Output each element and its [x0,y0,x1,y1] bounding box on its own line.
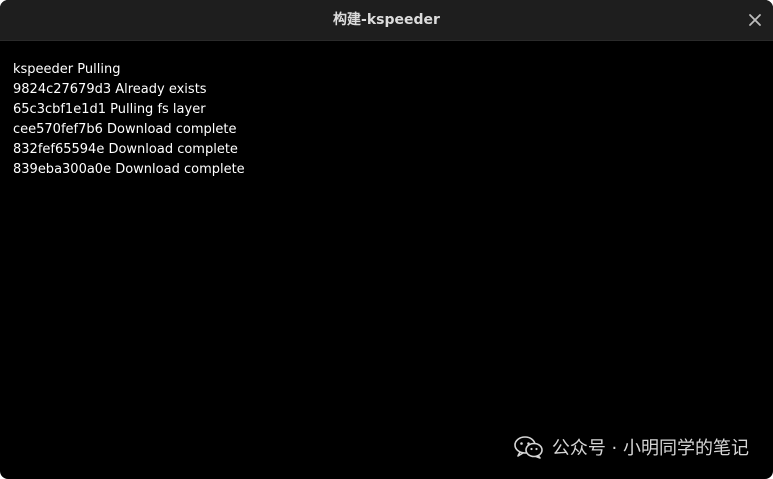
title-bar: 构建-kspeeder [0,0,773,41]
log-line: kspeeder Pulling [13,62,121,77]
watermark-text: 公众号 · 小明同学的笔记 [551,438,749,459]
watermark: 公众号 · 小明同学的笔记 [514,435,749,459]
log-output: kspeeder Pulling 9824c27679d3 Already ex… [13,60,753,180]
log-line: 832fef65594e Download complete [13,142,238,157]
window-title: 构建-kspeeder [333,12,440,28]
log-line: 9824c27679d3 Already exists [13,82,207,97]
build-log-dialog: 构建-kspeeder kspeeder Pulling 9824c27679d… [0,0,773,479]
close-button[interactable] [745,10,765,30]
log-line: cee570fef7b6 Download complete [13,122,237,137]
close-icon [749,14,761,26]
log-line: 839eba300a0e Download complete [13,162,245,177]
log-line: 65c3cbf1e1d1 Pulling fs layer [13,102,206,117]
wechat-logo-icon [514,435,544,459]
